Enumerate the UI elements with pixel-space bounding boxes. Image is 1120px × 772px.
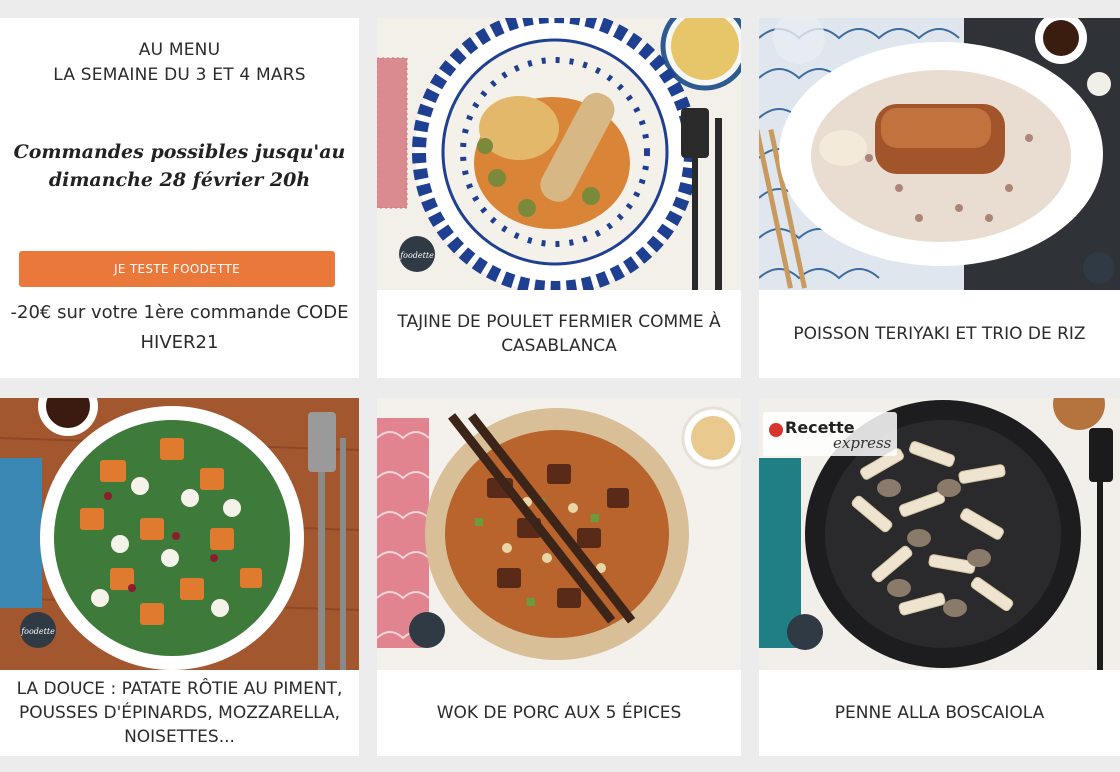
recipe-card-poisson-teriyaki[interactable]: POISSON TERIYAKI ET TRIO DE RIZ [759,18,1120,378]
promo-code-text: -20€ sur votre 1ère commande CODE HIVER2… [6,298,353,358]
recipe-photo[interactable]: foodette [0,398,359,670]
recipe-title[interactable]: LA DOUCE : PATATE RÔTIE AU PIMENT, POUSS… [8,670,351,756]
menu-week-title: AU MENU LA SEMAINE DU 3 ET 4 MARS [0,38,359,88]
recipe-photo[interactable]: foodette [377,18,741,290]
promo-line-1: -20€ sur votre 1ère commande CODE [10,302,349,323]
recipe-title[interactable]: PENNE ALLA BOSCAIOLA [767,670,1112,756]
recipe-card-la-douce[interactable]: foodette LA DOUCE : PATATE RÔTIE AU PIME… [0,398,359,756]
deadline-line-2: dimanche 28 février 20h [48,169,311,191]
foodette-logo-text: foodette [20,627,55,636]
clock-icon [769,423,783,437]
order-deadline: Commandes possibles jusqu'au dimanche 28… [0,138,359,194]
menu-grid: AU MENU LA SEMAINE DU 3 ET 4 MARS Comman… [0,0,1120,772]
recipe-title[interactable]: TAJINE DE POULET FERMIER COMME À CASABLA… [385,290,733,378]
express-recipe-badge: Recette express [763,412,897,456]
menu-intro-card: AU MENU LA SEMAINE DU 3 ET 4 MARS Comman… [0,18,359,378]
recipe-card-penne-boscaiola[interactable]: Recette express PENNE ALLA BOSCAIOLA [759,398,1120,756]
deadline-line-1: Commandes possibles jusqu'au [13,141,346,163]
menu-title-line: AU MENU [138,40,221,60]
recipe-title[interactable]: WOK DE PORC AUX 5 ÉPICES [385,670,733,756]
menu-week-dates: LA SEMAINE DU 3 ET 4 MARS [53,65,306,85]
promo-code: HIVER21 [140,332,219,353]
recipe-card-tajine[interactable]: foodette TAJINE DE POULET FERMIER COMME … [377,18,741,378]
recipe-photo[interactable]: Recette express [759,398,1120,670]
recipe-title[interactable]: POISSON TERIYAKI ET TRIO DE RIZ [767,290,1112,378]
foodette-logo-text: foodette [399,251,434,260]
recipe-card-wok-porc[interactable]: WOK DE PORC AUX 5 ÉPICES [377,398,741,756]
recipe-photo[interactable] [759,18,1120,290]
badge-subtitle: express [833,434,892,452]
recipe-photo[interactable] [377,398,741,670]
try-foodette-button[interactable]: JE TESTE FOODETTE [19,251,335,287]
